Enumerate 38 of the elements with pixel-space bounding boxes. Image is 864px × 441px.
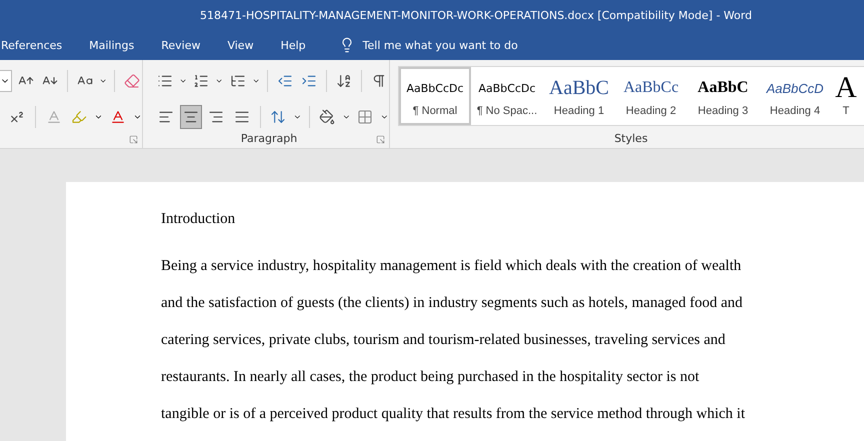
ribbon-tab[interactable]: Mailings xyxy=(89,34,134,56)
numbered-list-icon xyxy=(193,73,210,89)
paint-bucket-icon xyxy=(319,109,336,125)
superscript-icon xyxy=(8,109,25,125)
window-title: 518471-HOSPITALITY-MANAGEMENT-MONITOR-WORK-OPERATIONS.docx [Compatibility Mode] - Word xyxy=(0,0,864,30)
body-text-line: tangible or is of a perceived product quality that results from the service method through which it xyxy=(161,405,746,424)
tell-me-field[interactable]: Tell me what you want to do xyxy=(362,38,518,52)
font-size-field[interactable] xyxy=(0,70,12,92)
document-heading: Introduction xyxy=(161,210,236,229)
eraser-icon xyxy=(124,73,140,89)
font-color-icon xyxy=(110,109,126,125)
body-text-line: Being a service industry, hospitality management is field which deals with the creation of wealth xyxy=(161,257,742,276)
align-right-icon xyxy=(208,109,224,125)
group-label: Styles xyxy=(614,132,648,145)
style-item[interactable]: AaBbCcDc ¶ Normal xyxy=(399,67,471,125)
body-text-line: restaurants. In nearly all cases, the product being purchased in the hospitality sector is not xyxy=(161,368,700,387)
multilevel-list-icon xyxy=(230,73,246,89)
ribbon-tab[interactable]: View xyxy=(227,34,254,56)
pilcrow-icon xyxy=(371,73,387,89)
dialog-launcher-icon xyxy=(376,135,385,144)
justify-icon xyxy=(234,109,250,125)
align-left-icon xyxy=(158,109,174,125)
align-center-icon xyxy=(183,109,200,125)
dialog-launcher-icon xyxy=(129,135,138,144)
line-spacing-icon xyxy=(270,109,286,125)
ribbon-tab[interactable]: References xyxy=(1,34,62,56)
decrease-indent-icon xyxy=(276,73,293,89)
body-text-line: and the satisfaction of guests (the clients) in industry segments such as hotels, managed food and xyxy=(161,294,744,313)
ribbon-tab[interactable]: Review xyxy=(161,34,200,56)
highlighter-icon xyxy=(71,109,88,125)
increase-indent-icon xyxy=(301,73,318,89)
group-label: Paragraph xyxy=(240,132,298,145)
sort-icon xyxy=(336,73,352,89)
ribbon-tab[interactable]: Help xyxy=(280,34,306,56)
borders-icon xyxy=(357,109,374,125)
body-text-line: catering services, private clubs, tourism and tourism-related businesses, traveling services and xyxy=(161,331,726,350)
text-effects-icon xyxy=(46,109,62,125)
alignment-button[interactable] xyxy=(180,105,202,129)
